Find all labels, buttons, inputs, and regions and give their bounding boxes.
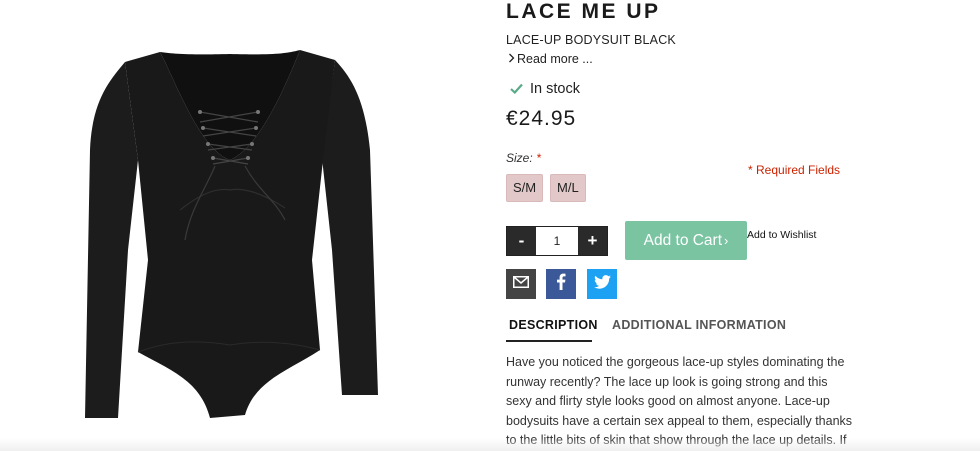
share-email-button[interactable] [506,269,536,299]
add-to-cart-label: Add to Cart [643,232,723,249]
stock-status: In stock [510,81,580,97]
stock-label: In stock [530,81,580,97]
read-more-label: Read more ... [517,52,593,66]
product-title: LACE ME UP [506,0,661,23]
size-option-sm[interactable]: S/M [506,174,544,202]
description-text: Have you noticed the gorgeous lace-up st… [506,355,853,447]
share-facebook-button[interactable] [546,269,576,299]
add-to-cart-button[interactable]: Add to Cart › [625,221,747,260]
size-label: Size: * [506,151,541,165]
quantity-input[interactable] [536,227,578,255]
active-tab-indicator [506,340,592,342]
email-icon [513,275,529,293]
required-star: * [536,151,542,165]
size-label-text: Size: [506,151,533,165]
chevron-right-icon [508,52,517,66]
add-to-wishlist-link[interactable]: Add to Wishlist [747,229,816,241]
required-fields-note: * Required Fields [748,163,841,177]
product-subtitle: LACE-UP BODYSUIT BLACK [506,33,676,47]
share-twitter-button[interactable] [587,269,617,299]
size-option-ml[interactable]: M/L [550,174,586,202]
quantity-increase-button[interactable]: + [578,227,607,255]
product-image[interactable] [80,40,385,430]
tab-description[interactable]: DESCRIPTION [509,318,598,332]
tab-additional-information[interactable]: ADDITIONAL INFORMATION [612,318,786,332]
read-more-link[interactable]: Read more ... [508,52,593,66]
quantity-stepper: - + [506,226,608,256]
twitter-icon [593,274,611,294]
quantity-decrease-button[interactable]: - [507,227,536,255]
facebook-icon [556,273,566,295]
arrow-right-icon: › [724,233,729,248]
check-icon [510,81,530,97]
product-price: €24.95 [506,107,577,130]
bottom-fade [0,438,980,451]
